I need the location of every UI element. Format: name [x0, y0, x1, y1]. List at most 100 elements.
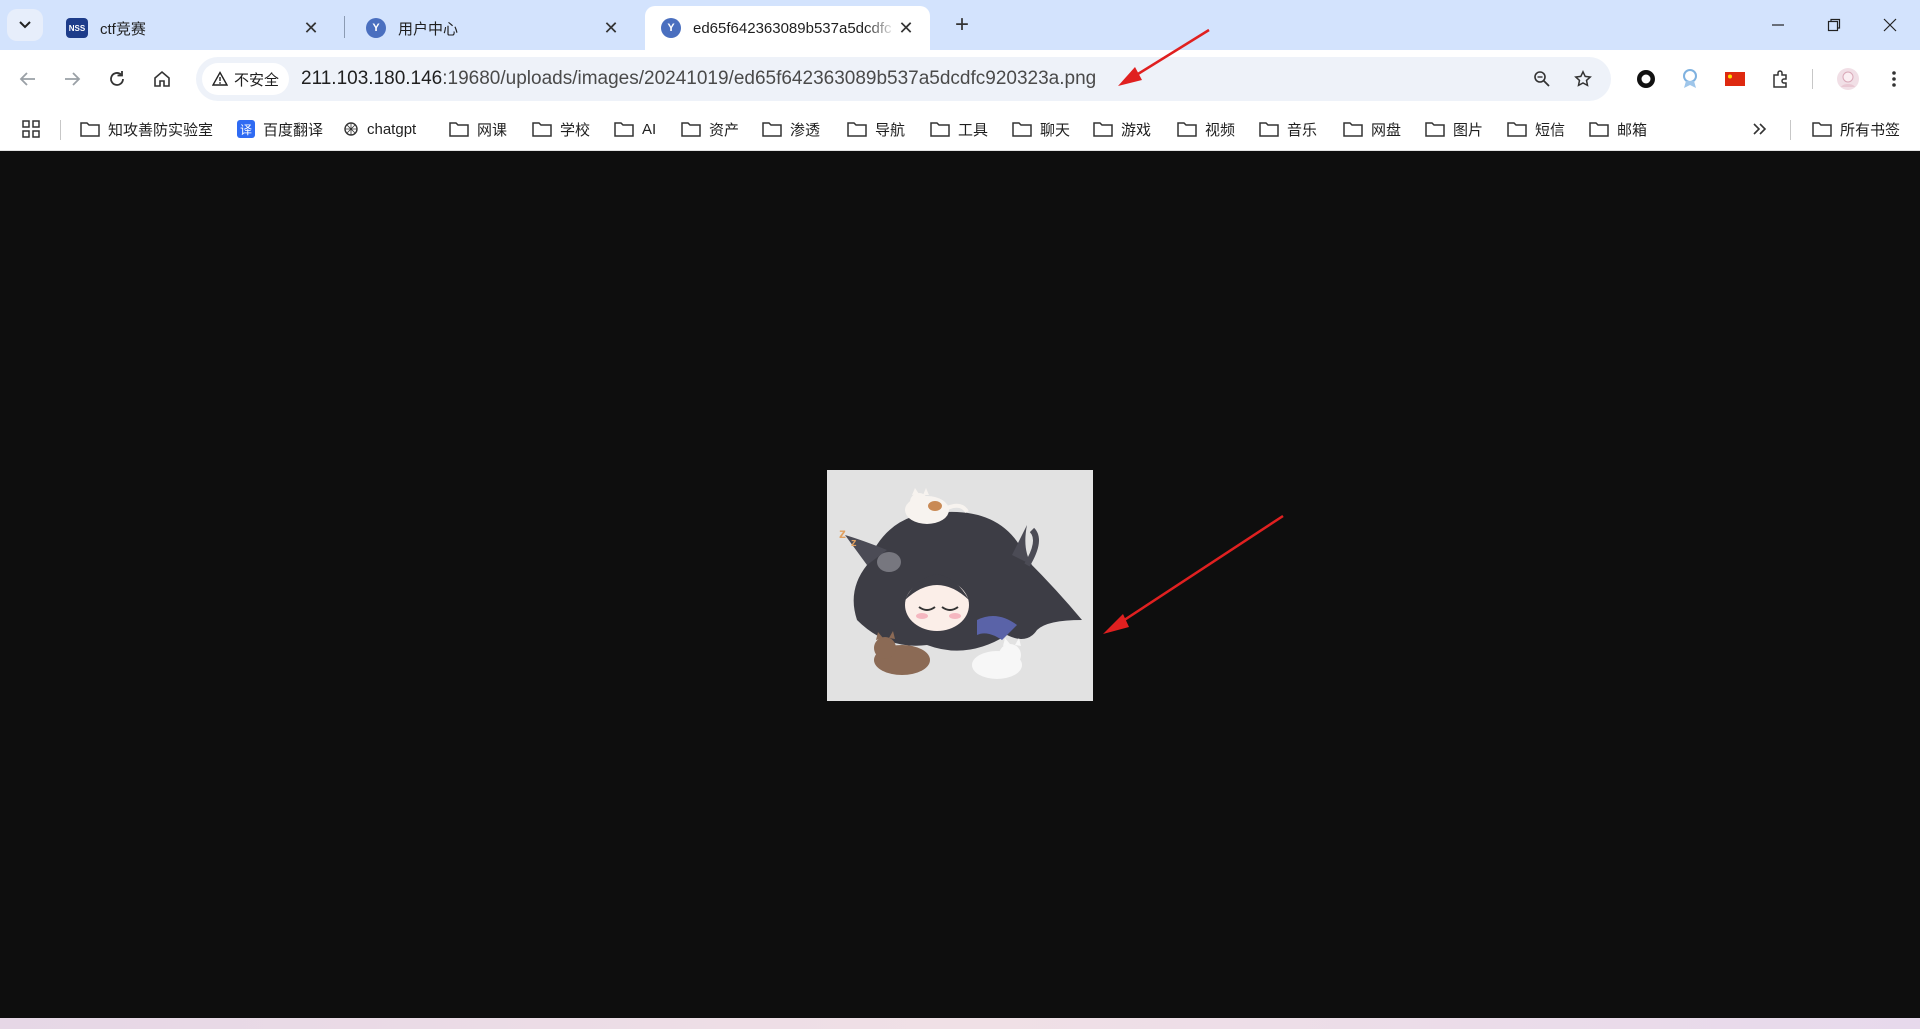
- desktop-edge: [0, 1018, 1920, 1029]
- bookmark-item[interactable]: 知攻善防实验室: [80, 116, 213, 142]
- tab-search-button[interactable]: [7, 9, 43, 41]
- bookmark-label: 短信: [1535, 121, 1566, 139]
- bookmark-label: AI: [642, 120, 657, 138]
- folder-icon: [614, 121, 634, 137]
- medal-extension-icon: [1683, 69, 1697, 88]
- anime-catgirl-sleeping-image: z z: [827, 470, 1093, 701]
- bookmark-item[interactable]: 学校: [532, 116, 590, 142]
- bookmark-item[interactable]: 资产: [681, 116, 739, 142]
- bookmark-label: 音乐: [1287, 121, 1318, 139]
- reload-icon: [110, 71, 124, 86]
- bookmark-item[interactable]: 游戏: [1093, 116, 1151, 142]
- home-button[interactable]: [146, 63, 178, 95]
- avatar-icon: [1837, 68, 1859, 90]
- tab-ctf[interactable]: NSS ctf竞赛 ✕: [50, 6, 335, 50]
- translate-icon: 译: [237, 120, 255, 138]
- folder-icon: [1012, 121, 1032, 137]
- bookmarks-bar: 知攻善防实验室 译百度翻译 chatgpt 网课 学校 AI 资产 渗透 导航 工具 聊天 游戏 视频 音…: [0, 108, 1920, 151]
- extension-badge[interactable]: [1674, 63, 1706, 95]
- bookmark-item[interactable]: 音乐: [1259, 116, 1317, 142]
- close-window-button[interactable]: [1862, 0, 1918, 50]
- profile-avatar[interactable]: [1832, 63, 1864, 95]
- tab-title: ctf竞赛: [100, 20, 146, 38]
- bookmark-item[interactable]: 聊天: [1012, 116, 1070, 142]
- back-button[interactable]: [12, 63, 44, 95]
- bookmark-item[interactable]: 渗透: [762, 116, 820, 142]
- folder-icon: [930, 121, 950, 137]
- tab-strip: NSS ctf竞赛 ✕ Y 用户中心 ✕ Y ed65f642363089b53…: [0, 0, 1920, 50]
- folder-icon: [762, 121, 782, 137]
- folder-icon: [1507, 121, 1527, 137]
- bookmark-label: 百度翻译: [263, 121, 324, 139]
- address-bar[interactable]: 不安全 211.103.180.146:19680/uploads/images…: [196, 57, 1611, 101]
- bookmark-label: 导航: [875, 121, 906, 139]
- bookmark-label: 游戏: [1121, 121, 1152, 139]
- url-host: 211.103.180.146: [301, 68, 443, 89]
- bookmark-item[interactable]: 工具: [930, 116, 988, 142]
- forward-button[interactable]: [56, 63, 88, 95]
- folder-icon: [532, 121, 552, 137]
- folder-icon: [80, 121, 100, 137]
- url-path: :19680/uploads/images/20241019/ed65f6423…: [442, 68, 1097, 89]
- folder-icon: [681, 121, 701, 137]
- apps-button[interactable]: [22, 116, 40, 142]
- chevron-down-icon: [19, 21, 31, 29]
- minimize-icon: [1772, 24, 1784, 26]
- bookmark-item[interactable]: 网盘: [1343, 116, 1401, 142]
- bookmark-item[interactable]: 网课: [449, 116, 507, 142]
- bookmark-item[interactable]: 译百度翻译: [237, 116, 323, 142]
- annotation-arrow-image: [1103, 514, 1284, 634]
- browser-menu-button[interactable]: [1878, 63, 1910, 95]
- toolbar-divider: [1812, 69, 1813, 89]
- extension-circle[interactable]: [1630, 63, 1662, 95]
- extension-flag[interactable]: [1719, 63, 1751, 95]
- svg-text:z: z: [839, 525, 846, 541]
- bookmark-item[interactable]: 视频: [1177, 116, 1235, 142]
- bookmarks-divider: [1790, 120, 1791, 140]
- new-tab-button[interactable]: +: [948, 11, 976, 39]
- close-icon[interactable]: ✕: [896, 18, 916, 38]
- zoom-icon: [1534, 71, 1550, 87]
- bookmark-star-button[interactable]: [1567, 63, 1599, 95]
- folder-icon: [1177, 121, 1197, 137]
- star-icon: [1574, 70, 1592, 87]
- browser-chrome: NSS ctf竞赛 ✕ Y 用户中心 ✕ Y ed65f642363089b53…: [0, 0, 1920, 151]
- close-icon[interactable]: ✕: [301, 18, 321, 38]
- openai-icon: [343, 121, 359, 137]
- bookmark-label: 知攻善防实验室: [108, 121, 214, 139]
- annotation-arrow-url: [1118, 28, 1210, 86]
- bookmark-label: 网课: [477, 121, 508, 139]
- bookmark-item[interactable]: AI: [614, 116, 656, 142]
- minimize-button[interactable]: [1750, 0, 1806, 50]
- folder-icon: [1093, 121, 1113, 137]
- chevron-double-right-icon: [1753, 123, 1767, 135]
- bookmark-item[interactable]: chatgpt: [343, 116, 416, 142]
- security-indicator[interactable]: 不安全: [202, 63, 290, 95]
- bookmark-item[interactable]: 邮箱: [1589, 116, 1647, 142]
- close-icon[interactable]: ✕: [601, 18, 621, 38]
- bookmark-label: chatgpt: [367, 120, 417, 138]
- restore-icon: [1827, 18, 1841, 32]
- bookmark-item[interactable]: 导航: [847, 116, 905, 142]
- more-bookmarks-button[interactable]: [1752, 116, 1768, 142]
- restore-button[interactable]: [1806, 0, 1862, 50]
- all-bookmarks-folder[interactable]: 所有书签: [1812, 116, 1900, 142]
- bookmark-label: 网盘: [1371, 121, 1402, 139]
- extensions-menu-button[interactable]: [1765, 63, 1797, 95]
- displayed-image[interactable]: z z: [827, 470, 1093, 701]
- reload-button[interactable]: [101, 63, 133, 95]
- bookmark-item[interactable]: 图片: [1425, 116, 1483, 142]
- folder-icon: [1259, 121, 1279, 137]
- apps-grid-icon: [22, 120, 40, 138]
- arrow-right-icon: [65, 72, 81, 86]
- warning-icon: [212, 71, 228, 86]
- bookmark-item[interactable]: 短信: [1507, 116, 1565, 142]
- tab-image-active[interactable]: Y ed65f642363089b537a5dcdfc ✕: [645, 6, 930, 50]
- tab-title: ed65f642363089b537a5dcdfc: [693, 19, 892, 37]
- tab-user-center[interactable]: Y 用户中心 ✕: [350, 6, 635, 50]
- zoom-button[interactable]: [1526, 63, 1558, 95]
- bookmark-label: 聊天: [1040, 121, 1071, 139]
- url-text[interactable]: 211.103.180.146:19680/uploads/images/202…: [301, 68, 1096, 90]
- image-viewer-page: z z: [0, 151, 1920, 1018]
- svg-text:z: z: [851, 537, 857, 549]
